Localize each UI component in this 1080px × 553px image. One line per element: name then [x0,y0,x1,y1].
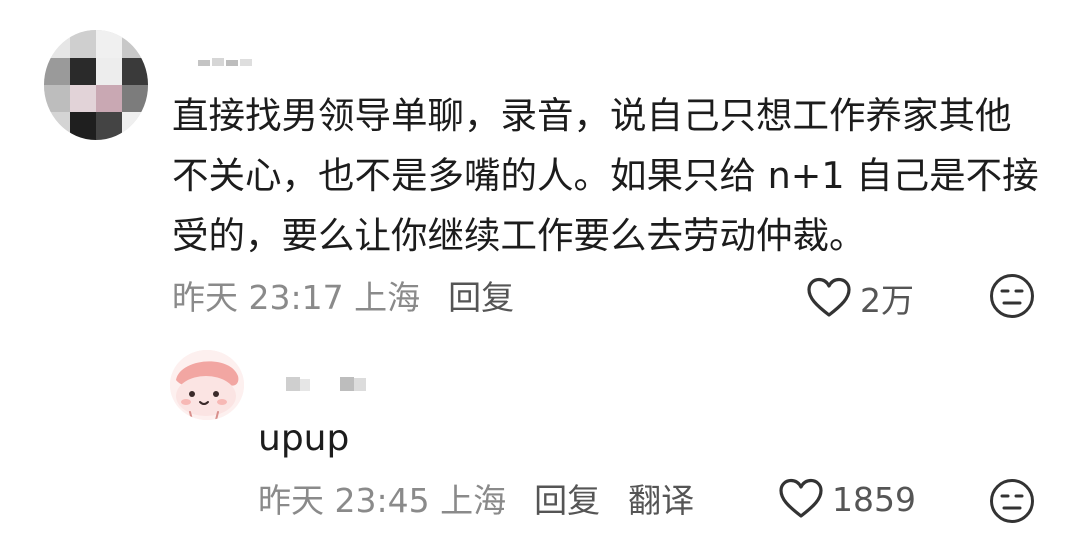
reply-button[interactable]: 回复 [448,271,514,319]
like-button[interactable]: 1859 [778,478,916,520]
translate-button[interactable]: 翻译 [628,474,694,522]
avatar[interactable] [170,350,244,420]
neutral-face-icon[interactable] [989,273,1035,319]
reply-text: upup [258,418,350,459]
like-count: 1859 [832,479,916,519]
avatar-image [170,350,244,420]
heart-outline-icon [807,277,851,317]
reply-timestamp: 昨天 23:45 上海 [258,481,507,520]
like-button[interactable]: 2万 [806,274,914,322]
comment-text: 直接找男领导单聊，录音，说自己只想工作养家其他 不关心，也不是多嘴的人。如果只给… [172,94,1039,257]
reply-button[interactable]: 回复 [534,474,600,522]
like-count: 2万 [860,281,914,320]
comment-timestamp: 昨天 23:17 上海 [172,278,421,317]
comment-meta: 昨天 23:17 上海 回复 [172,275,514,317]
reply-meta: 昨天 23:45 上海 回复 翻译 [258,478,694,520]
heart-outline-icon [779,478,823,518]
avatar[interactable] [44,30,148,140]
username[interactable] [198,54,252,68]
neutral-face-icon[interactable] [989,478,1035,524]
username[interactable] [286,375,386,393]
